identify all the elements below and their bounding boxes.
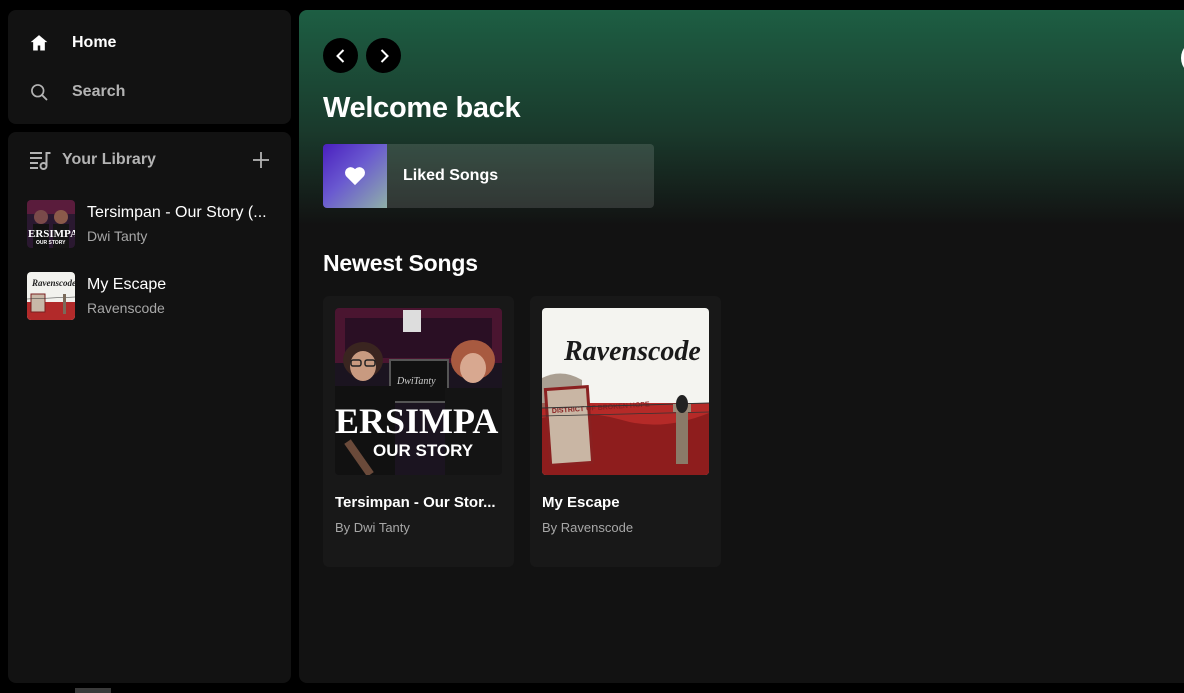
sidebar-nav: Home Search bbox=[8, 10, 291, 124]
horizontal-scrollbar[interactable] bbox=[75, 688, 111, 693]
ravenscode-cover: DISTRICT OF BROKEN HOPE Ravenscode bbox=[542, 308, 709, 475]
library-header: Your Library bbox=[8, 132, 291, 188]
sidebar-item-search[interactable]: Search bbox=[20, 67, 279, 116]
add-playlist-button[interactable] bbox=[249, 148, 273, 172]
chevron-left-icon bbox=[335, 48, 344, 63]
heart-icon bbox=[345, 167, 365, 186]
svg-text:Ravenscode: Ravenscode bbox=[31, 278, 75, 288]
svg-text:ERSIMPA: ERSIMPA bbox=[28, 228, 75, 240]
svg-text:OUR STORY: OUR STORY bbox=[36, 240, 66, 246]
section-title: Newest Songs bbox=[323, 250, 478, 276]
song-card-artist: By Dwi Tanty bbox=[335, 520, 410, 535]
main-view: Welcome back Liked Songs Newest Songs Dw… bbox=[299, 10, 1184, 683]
page-title: Welcome back bbox=[323, 92, 521, 124]
song-card-title: My Escape bbox=[542, 494, 620, 511]
library-item[interactable]: ERSIMPA OUR STORY Tersimpan - Our Story … bbox=[8, 188, 291, 260]
liked-songs-shortcut[interactable]: Liked Songs bbox=[323, 144, 654, 208]
song-card-artist: By Ravenscode bbox=[542, 520, 634, 535]
song-card[interactable]: DISTRICT OF BROKEN HOPE Ravenscode My Es… bbox=[530, 296, 721, 567]
sidebar-item-label: Home bbox=[72, 33, 117, 51]
library-item-artist: Dwi Tanty bbox=[87, 228, 148, 244]
song-card[interactable]: DwiTanty ERSIMPA OUR STORY Tersimpan - O… bbox=[323, 296, 514, 567]
ravenscode-cover-thumb: Ravenscode bbox=[27, 272, 75, 320]
app-window: Home Search Your Library ERSIMPA OUR STO… bbox=[0, 0, 1184, 693]
search-icon bbox=[28, 81, 50, 103]
liked-songs-art bbox=[323, 144, 387, 208]
library-toggle[interactable]: Your Library bbox=[28, 148, 156, 172]
newest-songs-grid: DwiTanty ERSIMPA OUR STORY Tersimpan - O… bbox=[323, 296, 721, 567]
library-item[interactable]: Ravenscode My Escape Ravenscode bbox=[8, 260, 291, 332]
song-card-title: Tersimpan - Our Stor... bbox=[335, 494, 496, 511]
library-title: Your Library bbox=[62, 151, 156, 168]
library-panel: Your Library ERSIMPA OUR STORY Tersimpan… bbox=[8, 132, 291, 683]
library-item-artist: Ravenscode bbox=[87, 300, 165, 316]
history-nav bbox=[323, 38, 401, 73]
tersimpan-cover-thumb: ERSIMPA OUR STORY bbox=[27, 200, 75, 248]
sidebar-item-home[interactable]: Home bbox=[20, 18, 279, 67]
plus-icon bbox=[253, 152, 269, 168]
library-icon bbox=[28, 148, 52, 172]
svg-text:DwiTanty: DwiTanty bbox=[396, 376, 436, 387]
chevron-right-icon bbox=[380, 48, 389, 63]
tersimpan-cover: DwiTanty ERSIMPA OUR STORY bbox=[335, 308, 502, 475]
svg-text:Ravenscode: Ravenscode bbox=[563, 336, 701, 367]
forward-button[interactable] bbox=[366, 38, 401, 73]
liked-songs-label: Liked Songs bbox=[403, 167, 499, 184]
back-button[interactable] bbox=[323, 38, 358, 73]
sidebar-item-label: Search bbox=[72, 82, 126, 100]
svg-text:OUR STORY: OUR STORY bbox=[373, 441, 474, 460]
library-item-title: Tersimpan - Our Story (... bbox=[87, 204, 267, 221]
svg-text:ERSIMPA: ERSIMPA bbox=[335, 401, 498, 441]
home-icon bbox=[28, 32, 50, 54]
library-item-title: My Escape bbox=[87, 276, 167, 293]
